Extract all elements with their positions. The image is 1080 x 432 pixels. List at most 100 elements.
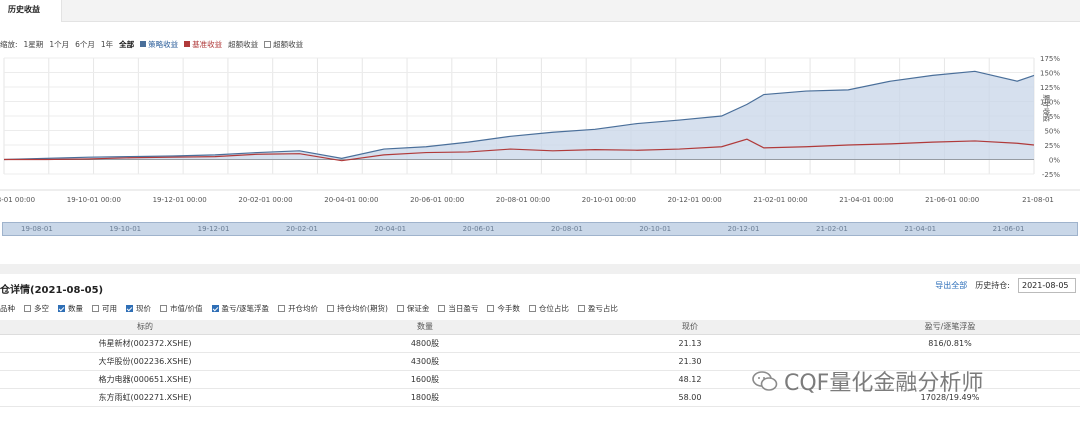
legend-swatch-benchmark xyxy=(184,41,191,47)
col-header-symbol[interactable]: 标的 xyxy=(0,320,290,335)
zoom-1-month-button[interactable]: 1个月 xyxy=(49,39,69,50)
filter-label: 仓位占比 xyxy=(538,304,569,313)
zoom-1-week-button[interactable]: 1星期 xyxy=(24,39,44,50)
filter-item[interactable]: 盈亏/逐笔浮盈 xyxy=(211,303,270,314)
x-tick-label: 21-06-01 00:00 xyxy=(925,196,979,204)
y-tick-label: 0% xyxy=(1049,157,1060,165)
table-cell: 21.13 xyxy=(560,334,820,353)
zoom-all-button[interactable]: 全部 xyxy=(119,39,134,50)
filter-checkbox[interactable] xyxy=(160,305,167,312)
filter-item[interactable]: 当日盈亏 xyxy=(438,303,478,314)
navigator-tick-label: 21-02-01 xyxy=(816,225,848,233)
filter-item[interactable]: 数量 xyxy=(58,303,83,314)
filter-label: 市值/价值 xyxy=(170,304,203,313)
export-all-link[interactable]: 导出全部 xyxy=(935,280,967,291)
wechat-logo-icon xyxy=(752,371,778,391)
filter-label: 现价 xyxy=(136,304,151,313)
filter-item[interactable]: 开仓均价 xyxy=(278,303,318,314)
filter-item[interactable]: 多空 xyxy=(24,303,49,314)
holdings-title: 仓详情(2021-08-05) xyxy=(0,285,104,296)
filter-item[interactable]: 可用 xyxy=(92,303,117,314)
table-cell: 4800股 xyxy=(290,334,560,353)
cumulative-returns-chart: 175%150%125%100%75%50%25%0%-25%累计收益19-08… xyxy=(0,55,1080,204)
filter-checkbox[interactable] xyxy=(211,305,219,312)
filter-item[interactable]: 保证金 xyxy=(396,303,430,314)
col-header-price[interactable]: 现价 xyxy=(560,320,820,335)
filter-item[interactable]: 盈亏占比 xyxy=(577,303,618,314)
filter-item[interactable]: 持仓均价(期货) xyxy=(327,303,388,314)
filter-label: 数量 xyxy=(68,304,83,313)
x-tick-label: 20-10-01 00:00 xyxy=(582,196,636,204)
filter-label: 可用 xyxy=(102,304,117,313)
strategy-area xyxy=(4,71,1034,160)
history-date-input[interactable] xyxy=(1018,278,1076,293)
filter-checkbox[interactable] xyxy=(278,305,286,312)
filter-item[interactable]: 现价 xyxy=(126,303,151,314)
table-cell: 格力电器(000651.XSHE) xyxy=(0,370,290,389)
zoom-1-year-button[interactable]: 1年 xyxy=(101,39,113,50)
x-tick-label: 20-08-01 00:00 xyxy=(496,196,550,204)
filter-checkbox[interactable] xyxy=(92,305,99,312)
navigator-tick-label: 20-02-01 xyxy=(286,225,318,233)
legend-strategy-returns[interactable]: 策略收益 xyxy=(140,39,178,50)
filter-checkbox[interactable] xyxy=(396,305,404,312)
col-header-pnl[interactable]: 盈亏/逐笔浮盈 xyxy=(820,320,1080,335)
tab-bar: 历史收益 xyxy=(0,0,1080,22)
y-tick-label: -25% xyxy=(1042,171,1060,179)
filter-checkbox[interactable] xyxy=(528,305,536,312)
chart-range-navigator[interactable]: 19-08-01 19-10-01 19-12-01 20-02-01 20-04-01… xyxy=(2,222,1078,236)
zoom-label: 缩放: xyxy=(0,39,18,49)
filter-item[interactable]: 品种 xyxy=(0,303,15,314)
navigator-tick-label: 19-08-01 xyxy=(21,225,53,233)
table-cell: 816/0.81% xyxy=(820,334,1080,353)
x-tick-label: 20-12-01 00:00 xyxy=(668,196,722,204)
legend-benchmark-returns[interactable]: 基准收益 xyxy=(184,39,222,50)
navigator-tick-label: 19-10-01 xyxy=(109,225,142,233)
table-cell: 大华股份(002236.XSHE) xyxy=(0,352,290,371)
legend-excess-returns-checkbox[interactable]: 超额收益 xyxy=(264,39,303,50)
filter-checkbox[interactable] xyxy=(438,305,446,312)
filter-label: 品种 xyxy=(0,304,15,313)
x-tick-label: 19-12-01 00:00 xyxy=(153,196,207,204)
legend-swatch-strategy xyxy=(140,41,147,47)
x-tick-label: 20-04-01 00:00 xyxy=(324,196,378,204)
navigator-tick-label: 21-06-01 xyxy=(992,225,1025,233)
table-cell: 伟星新材(002372.XSHE) xyxy=(0,334,290,353)
table-cell: 4300股 xyxy=(290,352,560,371)
navigator-tick-label: 20-06-01 xyxy=(462,225,495,233)
filter-checkbox[interactable] xyxy=(126,305,133,312)
filter-checkbox[interactable] xyxy=(24,305,31,312)
zoom-6-month-button[interactable]: 6个月 xyxy=(75,39,95,50)
filter-checkbox[interactable] xyxy=(577,305,585,312)
table-header-row: 标的 数量 现价 盈亏/逐笔浮盈 xyxy=(0,320,1080,335)
filter-label: 保证金 xyxy=(406,304,430,313)
col-header-quantity[interactable]: 数量 xyxy=(290,320,560,335)
filter-checkbox[interactable] xyxy=(487,305,495,312)
filter-item[interactable]: 今手数 xyxy=(487,303,520,314)
filter-item[interactable]: 市值/价值 xyxy=(160,303,203,314)
filter-label: 盈亏/逐笔浮盈 xyxy=(221,304,270,313)
filter-label: 盈亏占比 xyxy=(587,304,618,313)
table-cell: 1800股 xyxy=(290,388,560,407)
y-tick-label: 50% xyxy=(1044,128,1060,136)
tab-history-returns[interactable]: 历史收益 xyxy=(0,0,62,22)
x-tick-label: 21-02-01 00:00 xyxy=(753,196,807,204)
y-tick-label: 175% xyxy=(1040,55,1060,63)
filter-checkbox[interactable] xyxy=(327,305,335,312)
table-cell: 东方雨虹(002271.XSHE) xyxy=(0,388,290,407)
filter-item[interactable]: 仓位占比 xyxy=(528,303,569,314)
excess-returns-checkbox[interactable] xyxy=(264,40,272,48)
y-tick-label: 25% xyxy=(1044,142,1060,150)
table-row[interactable]: 伟星新材(002372.XSHE) 4800股 21.13 816/0.81% xyxy=(0,334,1080,353)
legend-excess-returns[interactable]: 超额收益 xyxy=(228,39,258,50)
history-holdings-label: 历史持仓: xyxy=(975,281,1010,290)
watermark-text: CQF量化金融分析师 xyxy=(784,371,984,396)
y-tick-label: 150% xyxy=(1040,70,1060,78)
filter-checkbox[interactable] xyxy=(58,305,65,312)
filter-label: 持仓均价(期货) xyxy=(337,304,388,313)
y-axis-label: 累计收益 xyxy=(1042,94,1051,122)
filter-label: 当日盈亏 xyxy=(448,304,479,313)
filter-label: 多空 xyxy=(34,304,49,313)
x-tick-label: 21-04-01 00:00 xyxy=(839,196,893,204)
y-tick-label: 125% xyxy=(1040,84,1060,92)
